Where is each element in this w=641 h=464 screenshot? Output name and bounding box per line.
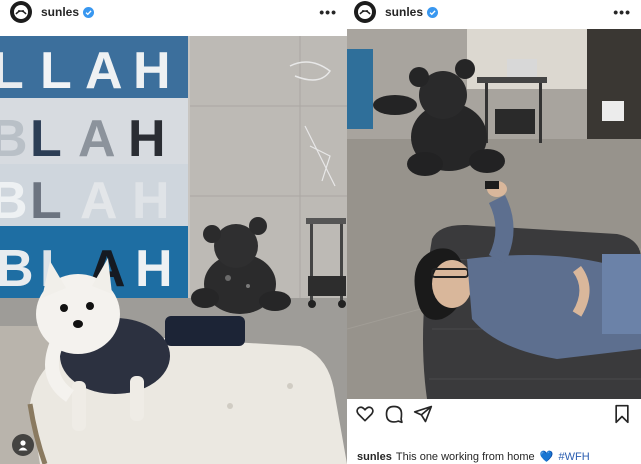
caption-username[interactable]: sunles — [357, 451, 392, 463]
post-photo[interactable]: L L A H B L A H B L A H B L A H — [0, 36, 347, 464]
painting-letter: H — [128, 110, 166, 168]
painting-letter: A — [80, 172, 118, 230]
bookmark-icon[interactable] — [612, 404, 632, 424]
painting-letter: B — [0, 172, 28, 230]
verified-badge-icon — [427, 6, 439, 18]
painting-letter: L — [30, 172, 62, 230]
caption-text: This one working from home — [395, 451, 535, 463]
username-link[interactable]: sunles — [41, 5, 79, 19]
hashtag-link[interactable]: #WFH — [558, 451, 589, 463]
post-header: sunles ••• — [347, 0, 641, 24]
more-options-icon[interactable]: ••• — [613, 4, 631, 20]
painting-letter: L — [40, 42, 72, 100]
post-caption: sunles This one working from home 💙 #WFH — [357, 450, 590, 463]
painting-letter: H — [135, 240, 173, 298]
painting-letter: B — [0, 110, 28, 168]
more-options-icon[interactable]: ••• — [319, 4, 337, 20]
share-icon[interactable] — [413, 404, 433, 424]
avatar[interactable] — [10, 1, 32, 23]
painting-letter: A — [78, 110, 116, 168]
username-link[interactable]: sunles — [385, 5, 423, 19]
heart-icon[interactable] — [355, 404, 375, 424]
post-header: sunles ••• — [0, 0, 347, 24]
painting-letter: L — [30, 110, 62, 168]
right-post: sunles ••• sunles This one working from … — [347, 0, 641, 464]
avatar[interactable] — [354, 1, 376, 23]
painting-letter: H — [132, 172, 170, 230]
comment-icon[interactable] — [384, 404, 404, 424]
post-photo[interactable] — [347, 29, 641, 399]
post-actions — [347, 404, 641, 426]
left-post: sunles ••• L L A H B L A H B L A H B L H — [0, 0, 347, 464]
verified-badge-icon — [83, 6, 95, 18]
painting-letter: L — [0, 42, 24, 100]
blue-heart-emoji: 💙 — [539, 451, 554, 463]
painting-letter: A — [85, 42, 123, 100]
painting-letter: B — [0, 240, 34, 298]
user-tag-icon[interactable] — [12, 434, 34, 456]
painting-letter: H — [133, 42, 171, 100]
